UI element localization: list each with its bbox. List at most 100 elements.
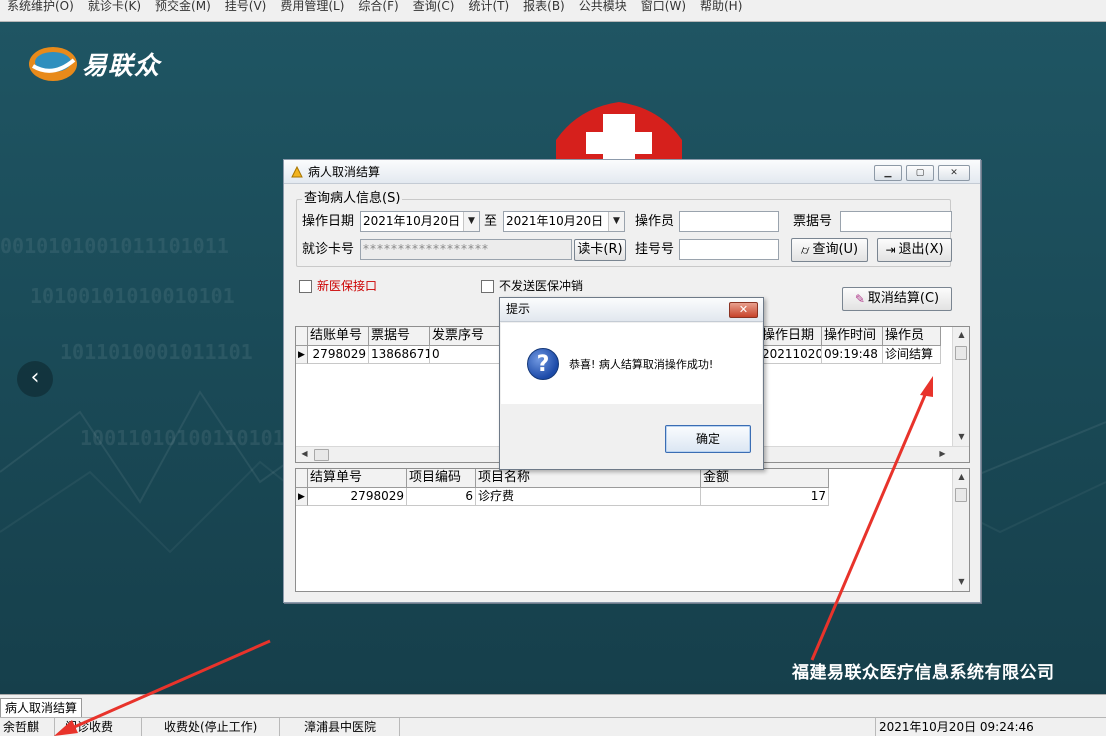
logo-text: 易联众 [82,51,161,80]
company-name: 福建易联众医疗信息系统有限公司 [792,663,1055,683]
col-settle-no[interactable]: 结算单号 [308,469,407,488]
menu-help[interactable]: 帮助(H) [693,0,749,12]
no-send-reversal-label: 不发送医保冲销 [499,279,584,293]
row-pointer-icon: ▶ [296,346,308,364]
reg-number-input[interactable] [679,239,779,260]
status-dept: 门诊收费 [55,718,142,736]
menu-stats[interactable]: 统计(T) [461,0,516,12]
col-op-date[interactable]: 操作日期 [760,327,822,346]
scroll-up-icon[interactable]: ▲ [953,472,969,481]
status-hospital: 漳浦县中医院 [280,718,400,736]
row-pointer-icon: ▶ [296,488,308,506]
grid2-vertical-scrollbar[interactable]: ▲ ▼ [952,469,969,591]
col-item-code[interactable]: 项目编码 [407,469,476,488]
scroll-thumb[interactable] [955,346,967,360]
exit-button-label: 退出(X) [898,242,944,257]
col-amount[interactable]: 金额 [701,469,829,488]
window-app-icon [291,165,303,177]
question-mark-icon: ? [527,348,559,380]
exit-door-icon: ⇥ [885,243,896,257]
ticket-input[interactable] [840,211,952,232]
scroll-down-icon[interactable]: ▼ [953,577,969,586]
close-button[interactable]: ✕ [938,165,970,181]
cancel-settlement-button[interactable]: ✎ 取消结算(C) [842,287,952,311]
dialog-close-icon[interactable]: ✕ [729,302,758,318]
menu-card[interactable]: 就诊卡(K) [81,0,148,12]
row-indicator-header [296,327,308,346]
item-grid-header: 结算单号 项目编码 项目名称 金额 [296,469,829,488]
menu-general[interactable]: 综合(F) [351,0,405,12]
menu-bar: 系统维护(O) 就诊卡(K) 预交金(M) 挂号(V) 费用管理(L) 综合(F… [0,0,1106,22]
date-to-value: 2021年10月20日 [506,214,604,228]
grid1-vertical-scrollbar[interactable]: ▲ ▼ [952,327,969,446]
scroll-right-icon[interactable]: ▶ [934,449,951,458]
status-spacer [400,718,875,736]
ok-button[interactable]: 确定 [665,425,751,453]
exit-button[interactable]: ⇥ 退出(X) [877,238,952,262]
cell-op-time: 09:19:48 [822,346,883,364]
dialog-body: ? 恭喜! 病人结算取消操作成功! [501,323,762,404]
date-to-label: 至 [484,214,498,229]
minimize-button[interactable]: ▁ [874,165,902,181]
card-number-input[interactable]: ****************** [360,239,572,260]
date-label: 操作日期 [302,214,355,229]
menu-fees[interactable]: 费用管理(L) [273,0,351,12]
date-from-picker[interactable]: 2021年10月20日 ▼ [360,211,480,232]
cell-ticket-no: 13868671 [369,346,430,364]
scroll-thumb[interactable] [955,488,967,502]
query-button-label: 查询(U) [812,242,859,257]
col-op-time[interactable]: 操作时间 [822,327,883,346]
binoculars-icon: ⌭ [800,243,810,257]
status-user: 余哲麒 [0,718,55,736]
date-to-picker[interactable]: 2021年10月20日 ▼ [503,211,625,232]
item-detail-grid[interactable]: 结算单号 项目编码 项目名称 金额 ▶ 2798029 6 诊疗费 17 ▲ ▼ [295,468,970,592]
chevron-down-icon[interactable]: ▼ [463,212,479,231]
no-send-reversal-checkbox[interactable] [481,280,494,293]
new-insurance-checkbox[interactable] [299,280,312,293]
col-operator[interactable]: 操作员 [883,327,941,346]
red-cross-emblem-icon [556,102,682,166]
success-message-dialog: 提示 ✕ ? 恭喜! 病人结算取消操作成功! 确定 [499,297,764,470]
menu-system[interactable]: 系统维护(O) [0,0,81,12]
operator-label: 操作员 [635,214,675,229]
query-group-label: 查询病人信息(S) [302,190,403,208]
col-settle-no[interactable]: 结账单号 [308,327,369,346]
window-tab-strip: 病人取消结算 [0,694,1106,718]
col-item-name[interactable]: 项目名称 [476,469,701,488]
row-indicator-header [296,469,308,488]
chevron-down-icon[interactable]: ▼ [608,212,624,231]
cancel-settlement-label: 取消结算(C) [867,291,940,306]
cell-op-date: 20211020 [760,346,822,364]
dialog-titlebar[interactable]: 提示 ✕ [500,298,763,322]
menu-register[interactable]: 挂号(V) [218,0,274,12]
scroll-thumb[interactable] [314,449,329,461]
query-button[interactable]: ⌭ 查询(U) [791,238,868,262]
menu-window[interactable]: 窗口(W) [634,0,693,12]
scroll-left-icon[interactable]: ◀ [296,449,313,458]
window-titlebar[interactable]: 病人取消结算 ▁ ▢ ✕ [284,160,980,184]
operator-input[interactable] [679,211,779,232]
read-card-button[interactable]: 读卡(R) [574,239,626,261]
carousel-prev-button[interactable]: ‹ [17,361,53,397]
cell-settle-no: 2798029 [308,346,369,364]
reg-label: 挂号号 [635,242,675,257]
ticket-label: 票据号 [793,214,833,229]
maximize-button[interactable]: ▢ [906,165,934,181]
menu-public[interactable]: 公共模块 [572,0,634,12]
menu-deposit[interactable]: 预交金(M) [148,0,218,12]
scroll-up-icon[interactable]: ▲ [953,330,969,339]
tab-cancel-settlement[interactable]: 病人取消结算 [0,698,83,718]
eraser-icon: ✎ [854,292,865,306]
scroll-down-icon[interactable]: ▼ [953,432,969,441]
dialog-title: 提示 [506,302,531,316]
menu-query[interactable]: 查询(C) [406,0,462,12]
table-row[interactable]: ▶ 2798029 6 诊疗费 17 [296,488,829,506]
dialog-message: 恭喜! 病人结算取消操作成功! [569,358,714,371]
date-from-value: 2021年10月20日 [363,214,461,228]
cell-operator: 诊间结算 [883,346,941,364]
cell-settle-no: 2798029 [308,488,407,506]
col-ticket-no[interactable]: 票据号 [369,327,430,346]
card-label: 就诊卡号 [302,242,355,257]
status-bar: 余哲麒 门诊收费 收费处(停止工作) 漳浦县中医院 2021年10月20日 09… [0,717,1106,736]
menu-reports[interactable]: 报表(B) [516,0,572,12]
